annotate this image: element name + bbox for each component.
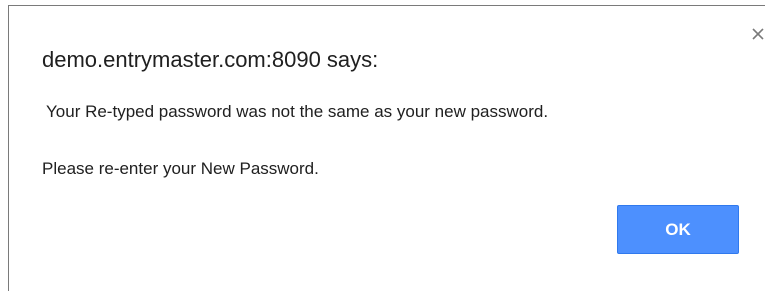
dialog-title: demo.entrymaster.com:8090 says: [42, 47, 379, 72]
dialog-message-line1: Your Re-typed password was not the same … [46, 102, 549, 121]
dialog-message-line2: Please re-enter your New Password. [42, 159, 319, 178]
close-icon [751, 27, 765, 41]
alert-dialog: demo.entrymaster.com:8090 says: Your Re-… [8, 5, 765, 291]
close-button[interactable] [747, 23, 765, 45]
ok-button[interactable]: OK [617, 205, 739, 254]
